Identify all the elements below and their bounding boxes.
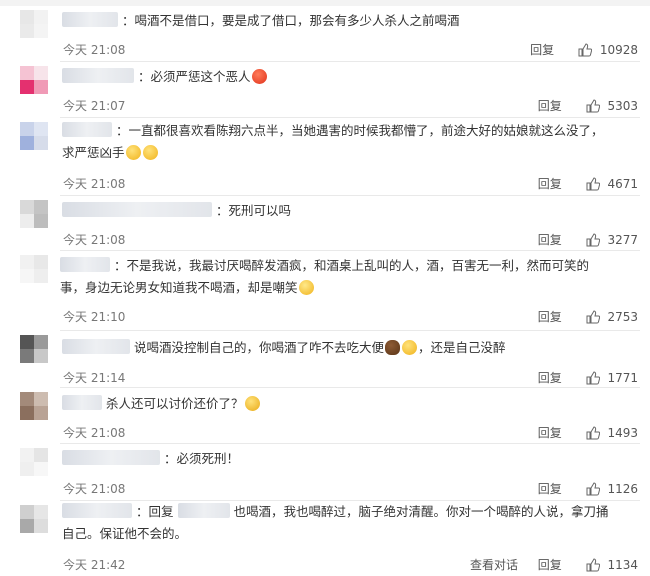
avatar[interactable]: [20, 122, 48, 150]
view-conversation-link[interactable]: 查看对话: [470, 556, 518, 573]
like-thumb-icon[interactable]: [586, 232, 600, 247]
comment-item: 说喝酒没控制自己的，你喝酒了咋不去吃大便 ，还是自己没醉 今天 21:14 回复 …: [0, 331, 650, 388]
timestamp: 今天 21:08: [63, 233, 126, 247]
comment-text: ：喝酒不是借口，要是成了借口，那会有多少人杀人之前喝酒: [122, 13, 460, 28]
username[interactable]: [62, 122, 112, 137]
timestamp: 今天 21:08: [63, 43, 126, 57]
like-thumb-icon[interactable]: [586, 370, 600, 385]
username[interactable]: [62, 202, 212, 217]
like-count: 1493: [607, 425, 638, 440]
like-count: 5303: [607, 98, 638, 113]
timestamp: 今天 21:14: [63, 371, 126, 385]
comment-item: ：必须严惩这个恶人 今天 21:07 回复 5303: [0, 62, 650, 118]
comment-item: ：不是我说，我最讨厌喝醉发酒疯，和酒桌上乱叫的人，酒，百害无一利，然而可笑的事，…: [0, 251, 650, 331]
like-thumb-icon[interactable]: [586, 481, 600, 496]
username[interactable]: [62, 68, 134, 83]
reply-button[interactable]: 回复: [538, 480, 562, 497]
reply-target-username[interactable]: [177, 503, 230, 518]
timestamp: 今天 21:08: [63, 426, 126, 440]
like-count: 4671: [607, 176, 638, 191]
comment-item: ：回复 也喝酒，我也喝醉过，脑子绝对清醒。你对一个喝醉的人说，拿刀捅自己。保证他不…: [0, 501, 650, 576]
username[interactable]: [62, 12, 118, 27]
username[interactable]: [62, 503, 132, 518]
username[interactable]: [62, 395, 102, 410]
comment-text: ：死刑可以吗: [216, 203, 292, 218]
like-thumb-icon[interactable]: [586, 557, 600, 572]
timestamp: 今天 21:08: [63, 482, 126, 496]
reply-button[interactable]: 回复: [538, 97, 562, 114]
avatar[interactable]: [20, 505, 48, 533]
comment-item: ：一直都很喜欢看陈翔六点半，当她遇害的时候我都懵了，前途大好的姑娘就这么没了，求…: [0, 118, 650, 196]
reply-button[interactable]: 回复: [538, 308, 562, 325]
comment-text: 杀人还可以讨价还价了？: [106, 396, 244, 411]
avatar[interactable]: [20, 66, 48, 94]
reply-button[interactable]: 回复: [530, 41, 554, 58]
like-count: 1134: [607, 557, 638, 572]
reply-button[interactable]: 回复: [538, 556, 562, 573]
comment-text: ：不是我说，我最讨厌喝醉发酒疯，和酒桌上乱叫的人，酒，百害无一利，然而可笑的事，…: [60, 258, 590, 295]
comment-text: ：必须严惩这个恶人: [138, 69, 251, 84]
reply-button[interactable]: 回复: [538, 175, 562, 192]
smirk-face-icon: [402, 340, 418, 355]
username[interactable]: [62, 450, 160, 465]
angry-face-icon: [251, 69, 267, 84]
comment-text: ：必须死刑！: [164, 451, 240, 466]
avatar[interactable]: [20, 10, 48, 38]
timestamp: 今天 21:10: [63, 310, 126, 324]
avatar[interactable]: [20, 335, 48, 363]
reply-button[interactable]: 回复: [538, 369, 562, 386]
like-thumb-icon[interactable]: [578, 42, 593, 57]
comment-text: ：回复: [136, 504, 174, 519]
like-thumb-icon[interactable]: [586, 98, 600, 113]
timestamp: 今天 21:42: [63, 558, 126, 572]
reply-button[interactable]: 回复: [538, 424, 562, 441]
avatar[interactable]: [20, 392, 48, 420]
sweat-face-icon: [244, 396, 260, 411]
comment-text: ，还是自己没醉: [418, 340, 506, 355]
username[interactable]: [60, 257, 110, 272]
comment-item: ：必须死刑！ 今天 21:08 回复 1126: [0, 444, 650, 501]
reply-button[interactable]: 回复: [538, 231, 562, 248]
like-count: 3277: [607, 232, 638, 247]
like-count: 1771: [607, 370, 638, 385]
like-count: 2753: [607, 309, 638, 324]
comment-item: ：死刑可以吗 今天 21:08 回复 3277: [0, 196, 650, 251]
poop-icon: [385, 340, 401, 355]
avatar[interactable]: [20, 448, 48, 476]
avatar[interactable]: [20, 200, 48, 228]
like-thumb-icon[interactable]: [586, 176, 600, 191]
laughing-face-icon: [298, 280, 314, 295]
timestamp: 今天 21:08: [63, 177, 126, 191]
crying-face-icon: [142, 145, 158, 160]
like-thumb-icon[interactable]: [586, 309, 600, 324]
like-count: 10928: [599, 42, 638, 57]
username[interactable]: [62, 339, 130, 354]
comment-item: ：喝酒不是借口，要是成了借口，那会有多少人杀人之前喝酒 今天 21:08 回复 …: [0, 6, 650, 62]
comment-text: 说喝酒没控制自己的，你喝酒了咋不去吃大便: [134, 340, 385, 355]
crying-face-icon: [125, 145, 141, 160]
like-count: 1126: [607, 481, 638, 496]
comment-item: 杀人还可以讨价还价了？ 今天 21:08 回复 1493: [0, 388, 650, 444]
avatar[interactable]: [20, 255, 48, 283]
like-thumb-icon[interactable]: [586, 425, 600, 440]
timestamp: 今天 21:07: [63, 99, 126, 113]
